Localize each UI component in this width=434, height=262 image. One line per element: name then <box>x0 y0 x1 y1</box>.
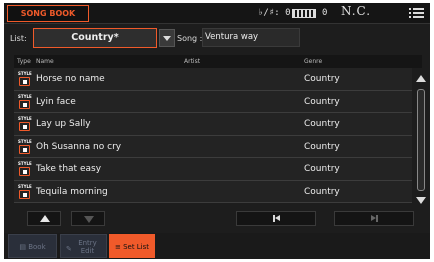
row-genre: Country <box>304 74 340 84</box>
header-bar: SONG BOOK ♭/♯: 0 0 N.C. <box>4 3 430 24</box>
tab-book[interactable]: ▤ Book <box>8 234 57 258</box>
skip-end-bar-icon <box>376 215 378 222</box>
transpose-readout: ♭/♯: 0 <box>258 8 291 18</box>
tab-entry-edit-label: Entry Edit <box>78 239 97 255</box>
row-name: Lyin face <box>36 96 76 107</box>
column-type[interactable]: Type <box>17 55 31 68</box>
move-down-button[interactable] <box>71 211 105 226</box>
row-genre: Country <box>304 141 340 152</box>
page-title: SONG BOOK <box>7 5 89 22</box>
song-label: Song : <box>177 34 203 43</box>
list-dropdown-button[interactable] <box>159 29 175 47</box>
chord-readout: N.C. <box>341 4 372 18</box>
style-icon: STYLE <box>18 94 33 110</box>
style-icon: STYLE <box>18 71 33 87</box>
keyboard-icon <box>292 9 316 18</box>
table-header: Type Name Artist Genre <box>14 55 422 68</box>
list-icon: ≡ <box>114 243 124 251</box>
pencil-icon: ✎ <box>66 245 72 253</box>
style-icon: STYLE <box>18 161 33 177</box>
column-artist[interactable]: Artist <box>184 55 200 68</box>
scroll-down-icon[interactable] <box>416 197 426 204</box>
column-name[interactable]: Name <box>36 55 54 68</box>
row-name: Horse no name <box>36 74 105 84</box>
row-genre: Country <box>304 164 340 174</box>
row-genre: Country <box>304 96 340 107</box>
list-select[interactable]: Country* <box>33 28 157 48</box>
list-label: List: <box>10 34 27 43</box>
row-genre: Country <box>304 186 340 197</box>
style-icon: STYLE <box>18 139 33 155</box>
tab-entry-edit[interactable]: ✎ Entry Edit <box>60 234 107 258</box>
row-genre: Country <box>304 119 340 129</box>
style-icon: STYLE <box>18 116 33 132</box>
table-row[interactable]: STYLE Take that easy Country <box>14 158 412 181</box>
scroll-thumb[interactable] <box>417 89 425 191</box>
row-name: Lay up Sally <box>36 119 91 129</box>
move-up-button[interactable] <box>27 211 61 226</box>
table-row[interactable]: STYLE Horse no name Country <box>14 68 412 91</box>
bottom-tabs: ▤ Book ✎ Entry Edit ≡ Set List <box>4 233 430 259</box>
tab-book-label: Book <box>28 243 46 251</box>
table-row[interactable]: STYLE Oh Susanna no cry Country <box>14 135 412 158</box>
tab-set-list-label: Set List <box>123 243 150 251</box>
table-row[interactable]: STYLE Tequila morning Country <box>14 180 412 203</box>
first-page-button[interactable] <box>236 211 316 226</box>
menu-icon[interactable] <box>409 7 424 19</box>
skip-start-icon <box>275 215 280 221</box>
row-name: Tequila morning <box>36 186 108 197</box>
row-name: Take that easy <box>36 164 102 174</box>
tab-set-list[interactable]: ≡ Set List <box>109 234 155 258</box>
table-row[interactable]: STYLE Lay up Sally Country <box>14 113 412 136</box>
table-row[interactable]: STYLE Lyin face Country <box>14 90 412 113</box>
scrollbar[interactable] <box>414 73 428 209</box>
triangle-up-icon <box>40 215 50 222</box>
song-field[interactable]: Ventura way <box>202 28 300 47</box>
last-page-button[interactable] <box>334 211 414 226</box>
song-list: STYLE Horse no name Country STYLE Lyin f… <box>14 68 412 203</box>
column-genre[interactable]: Genre <box>304 55 322 68</box>
keyboard-readout: 0 <box>322 8 328 18</box>
style-icon: STYLE <box>18 184 33 200</box>
row-name: Oh Susanna no cry <box>36 141 122 152</box>
list-icon: ▤ <box>19 243 29 251</box>
scroll-up-icon[interactable] <box>416 75 426 82</box>
triangle-down-icon <box>84 216 94 223</box>
song-book-screen: SONG BOOK ♭/♯: 0 0 N.C. List: Country* S… <box>4 3 430 259</box>
